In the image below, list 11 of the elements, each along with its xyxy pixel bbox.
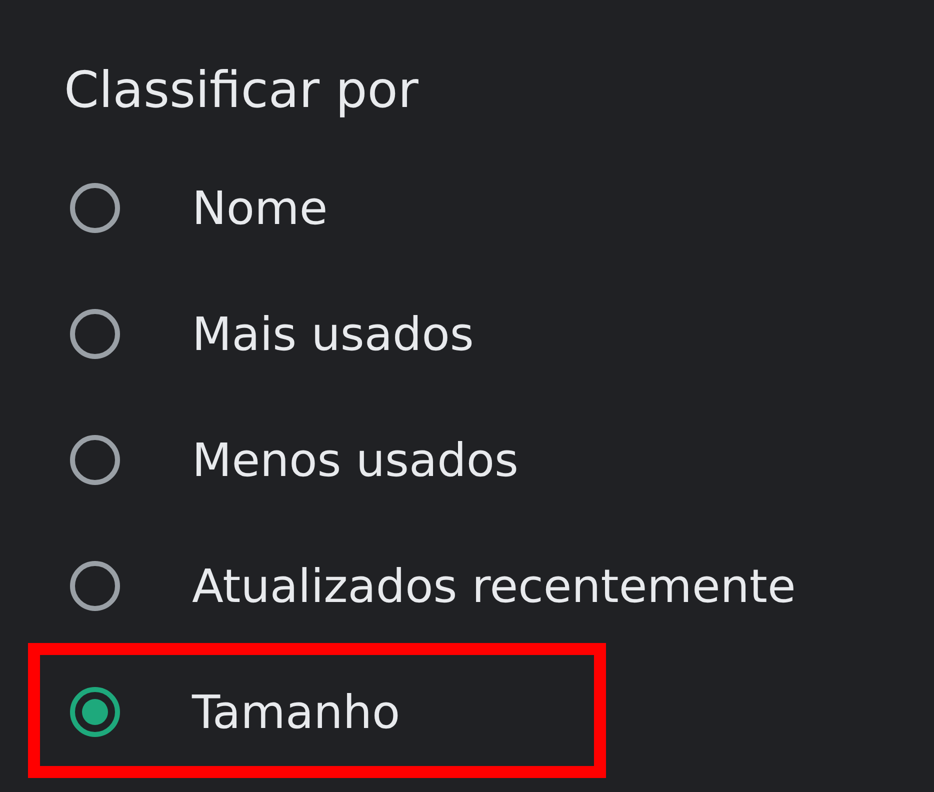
option-label[interactable]: Mais usados (192, 307, 474, 361)
radio-button[interactable] (70, 687, 120, 737)
radio-button[interactable] (70, 435, 120, 485)
radio-button[interactable] (70, 183, 120, 233)
option-label[interactable]: Tamanho (192, 685, 400, 739)
radio-button[interactable] (70, 309, 120, 359)
option-label[interactable]: Menos usados (192, 433, 518, 487)
option-label[interactable]: Atualizados recentemente (192, 559, 796, 613)
radio-button[interactable] (70, 561, 120, 611)
dialog-title: Classificar por (63, 60, 420, 121)
option-label[interactable]: Nome (192, 181, 328, 235)
